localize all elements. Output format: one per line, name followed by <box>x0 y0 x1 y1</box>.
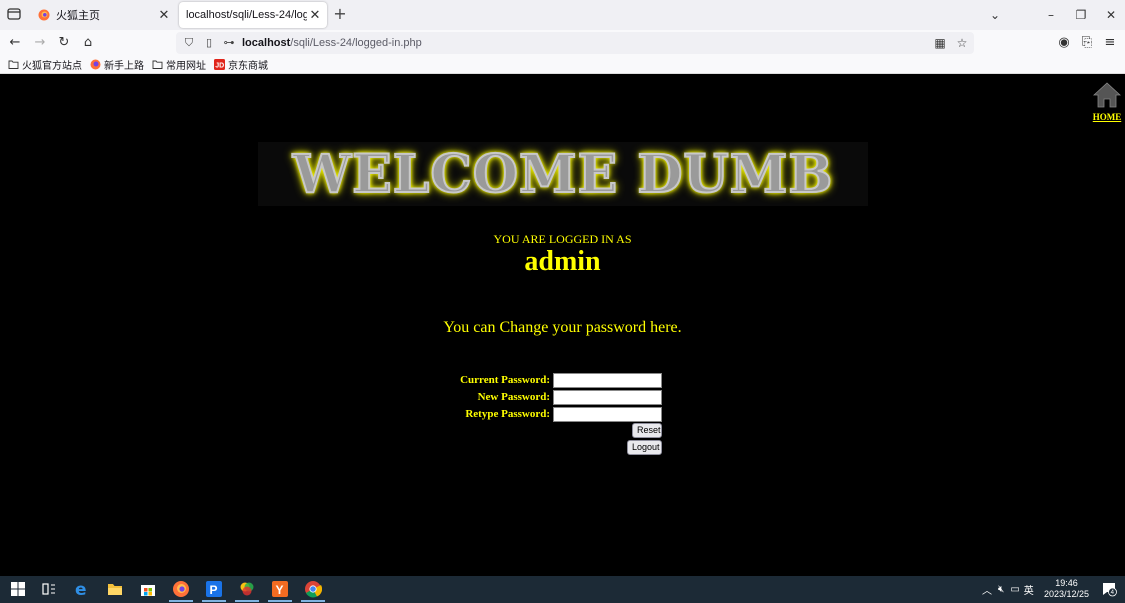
forward-button[interactable]: → <box>31 34 49 52</box>
tab-logged-in[interactable]: localhost/sqli/Less-24/logged-in ✕ <box>179 2 327 28</box>
svg-text:Y: Y <box>276 583 284 597</box>
network-icon[interactable]: ▭ <box>1010 584 1019 595</box>
minimize-button[interactable]: – <box>1042 6 1060 24</box>
tab-title: 火狐主页 <box>56 10 100 22</box>
bookmark-item[interactable]: 火狐官方站点 <box>8 57 82 72</box>
bookmarks-bar: 火狐官方站点 新手上路 常用网址 JD 京东商城 <box>0 56 1125 74</box>
svg-text:P: P <box>210 583 218 597</box>
firefox-icon <box>90 59 101 70</box>
microsoft-store-icon[interactable] <box>139 580 157 598</box>
menu-icon[interactable]: ≡ <box>1101 34 1119 52</box>
windows-start-icon[interactable] <box>9 580 27 598</box>
account-icon[interactable]: ◉ <box>1055 34 1073 52</box>
colorful-app-icon[interactable] <box>238 580 256 598</box>
ime-indicator[interactable]: 英 <box>1024 582 1034 597</box>
chrome-icon[interactable] <box>304 580 322 598</box>
new-password-input[interactable] <box>553 389 662 405</box>
new-password-row: New Password: <box>430 389 662 405</box>
firefox-taskbar-icon[interactable] <box>172 580 190 598</box>
close-window-button[interactable]: ✕ <box>1102 6 1120 24</box>
home-button[interactable]: ⌂ <box>79 34 97 52</box>
running-app-indicator <box>301 600 325 602</box>
reload-button[interactable]: ↻ <box>55 34 73 52</box>
key-icon[interactable]: ⊶ <box>222 36 236 50</box>
logout-button[interactable]: Logout <box>627 440 662 455</box>
running-app-indicator <box>235 600 259 602</box>
taskbar: e P Y ︿ 🔇︎ ▭ 英 19:46 2023/12/25 4 <box>0 576 1125 603</box>
username: admin <box>524 246 601 277</box>
clock-date: 2023/12/25 <box>1043 589 1089 599</box>
firefox-icon <box>38 9 50 21</box>
bookmark-item[interactable]: 新手上路 <box>90 57 144 72</box>
jd-icon: JD <box>214 59 225 70</box>
tab-close-icon[interactable]: ✕ <box>156 7 172 23</box>
tab-firefox-home[interactable]: 火狐主页 ✕ <box>30 2 176 28</box>
retype-password-row: Retype Password: <box>430 406 662 422</box>
restore-button[interactable]: ❐ <box>1072 6 1090 24</box>
clock-time: 19:46 <box>1055 578 1078 588</box>
file-explorer-icon[interactable] <box>106 580 124 598</box>
tab-list-icon[interactable] <box>6 6 22 22</box>
active-app-indicator <box>169 600 193 602</box>
extensions-icon[interactable]: ⎘ <box>1078 34 1096 52</box>
retype-password-label: Retype Password: <box>465 408 550 420</box>
page-content: HOME WELCOME DUMB YOU ARE LOGGED IN AS a… <box>0 74 1125 576</box>
tab-bar: 火狐主页 ✕ localhost/sqli/Less-24/logged-in … <box>0 0 1125 30</box>
system-tray: ︿ 🔇︎ ▭ 英 <box>982 576 1034 603</box>
page-icon[interactable]: ▯ <box>202 36 216 50</box>
folder-icon <box>152 60 163 69</box>
tab-title: localhost/sqli/Less-24/logged-in <box>186 9 307 21</box>
bookmark-item[interactable]: JD 京东商城 <box>214 57 268 72</box>
list-all-tabs-icon[interactable]: ⌄ <box>986 6 1004 24</box>
svg-text:JD: JD <box>215 63 224 70</box>
volume-muted-icon[interactable]: 🔇︎ <box>998 584 1004 595</box>
reset-button[interactable]: Reset <box>632 423 662 438</box>
logged-in-label: YOU ARE LOGGED IN AS <box>493 232 632 246</box>
welcome-banner-image: WELCOME DUMB <box>258 142 868 206</box>
home-link[interactable]: HOME <box>1092 82 1122 122</box>
p-app-icon[interactable]: P <box>205 580 223 598</box>
qr-code-icon[interactable]: ▦ <box>932 35 948 51</box>
tab-close-icon[interactable]: ✕ <box>307 7 323 23</box>
current-password-input[interactable] <box>553 372 662 388</box>
running-app-indicator <box>268 600 292 602</box>
current-password-row: Current Password: <box>430 372 662 388</box>
edge-icon[interactable]: e <box>73 580 91 598</box>
new-tab-button[interactable]: + <box>332 6 348 22</box>
shield-icon[interactable]: ⛉ <box>182 36 196 50</box>
url-bar[interactable]: ⛉ ▯ ⊶ localhost/sqli/Less-24/logged-in.p… <box>176 32 974 54</box>
welcome-banner-text: WELCOME DUMB <box>292 143 834 206</box>
current-password-label: Current Password: <box>460 374 550 386</box>
system-clock[interactable]: 19:46 2023/12/25 <box>1044 578 1089 600</box>
url-text[interactable]: localhost/sqli/Less-24/logged-in.php <box>242 37 422 49</box>
running-app-indicator <box>202 600 226 602</box>
change-password-message: You can Change your password here. <box>443 319 682 336</box>
svg-text:e: e <box>75 580 87 598</box>
back-button[interactable]: ← <box>6 34 24 52</box>
retype-password-input[interactable] <box>553 406 662 422</box>
y-app-icon[interactable]: Y <box>271 580 289 598</box>
show-hidden-icons-icon[interactable]: ︿ <box>982 582 992 597</box>
bookmark-item[interactable]: 常用网址 <box>152 57 206 72</box>
nav-bar: ← → ↻ ⌂ ⛉ ▯ ⊶ localhost/sqli/Less-24/log… <box>0 30 1125 56</box>
folder-icon <box>8 60 19 69</box>
notification-center-icon[interactable]: 4 <box>1101 581 1117 597</box>
home-link-text[interactable]: HOME <box>1092 112 1122 122</box>
house-icon[interactable] <box>1092 82 1122 108</box>
bookmark-star-icon[interactable]: ☆ <box>954 35 970 51</box>
new-password-label: New Password: <box>477 391 550 403</box>
task-view-icon[interactable] <box>40 580 58 598</box>
